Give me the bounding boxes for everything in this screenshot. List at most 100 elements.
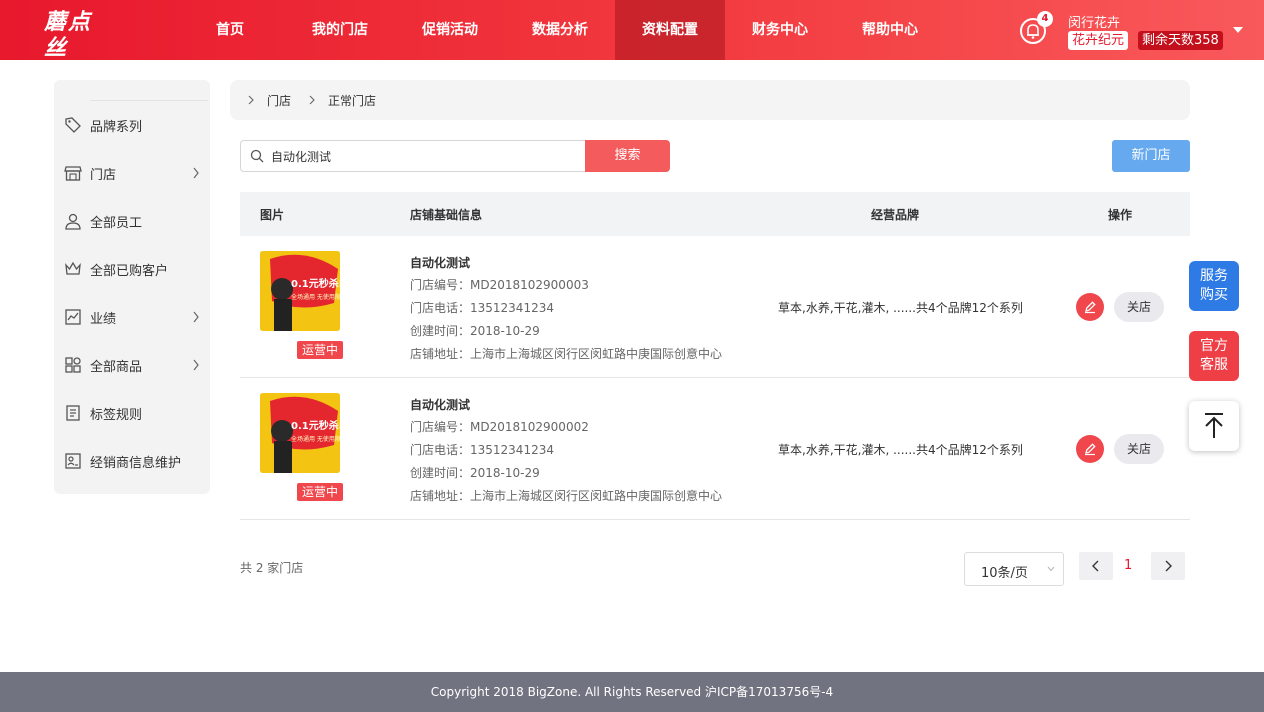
promo-image: 0.1元秒杀5元 全场通用 无使用限制 [260,393,340,473]
chevron-right-icon [1165,560,1172,572]
sidebar-item-label: 标签规则 [90,407,143,423]
official-service-button[interactable]: 官方 客服 [1189,331,1239,381]
sidebar-item-label: 经销商信息维护 [90,455,182,471]
sidebar: 品牌系列 门店 全部员工 全部已购客户 业绩 全部商品 标签规则 经销商信息维护 [54,80,210,494]
search-input[interactable] [271,147,571,165]
nav-my-stores[interactable]: 我的门店 [285,0,395,60]
caret-down-icon[interactable] [1233,27,1243,33]
arrow-up-icon [1205,413,1223,438]
nav-data-config[interactable]: 资料配置 [615,0,725,60]
sidebar-item-label: 全部员工 [90,215,143,231]
sidebar-item-all-staff[interactable]: 全部员工 [54,197,210,245]
chevron-right-icon [309,95,315,105]
store-code: 门店编号：MD2018102900002 [410,420,589,434]
table-row: 0.1元秒杀5元 全场通用 无使用限制 运营中 自动化测试 门店编号：MD201… [240,236,1190,378]
chevron-right-icon [248,95,254,105]
page-size-value: 10条/页 [981,566,1028,581]
sidebar-item-performance[interactable]: 业绩 [54,293,210,341]
nav-finance[interactable]: 财务中心 [725,0,835,60]
new-store-button[interactable]: 新门店 [1112,140,1190,172]
sidebar-item-brand-series[interactable]: 品牌系列 [54,101,210,149]
pencil-icon [1085,301,1096,314]
store-code: 门店编号：MD2018102900003 [410,278,589,292]
prev-page-button[interactable] [1079,552,1113,580]
chevron-down-icon [1047,566,1055,572]
promo-title: 0.1元秒杀5元 [291,419,340,432]
store-name: 自动化测试 [410,256,471,270]
user-name[interactable]: 闵行花卉 [1068,12,1120,31]
promo-subtitle: 全场通用 无使用限制 [291,435,340,443]
tag-icon [65,117,81,133]
edit-button[interactable] [1076,293,1104,321]
document-icon [66,405,80,421]
service-purchase-button[interactable]: 服务 购买 [1189,261,1239,311]
sidebar-item-stores[interactable]: 门店 [54,149,210,197]
sidebar-item-label: 门店 [90,167,117,183]
search-button[interactable]: 搜索 [585,140,670,172]
edit-button[interactable] [1076,435,1104,463]
sidebar-item-label: 全部商品 [90,359,143,375]
top-header: 蘑点丝 智慧店，就用蘑点丝 首页 我的门店 促销活动 数据分析 资料配置 财务中… [0,0,1264,69]
store-phone: 门店电话：13512341234 [410,443,554,457]
page-footer: Copyright 2018 BigZone. All Rights Reser… [0,672,1264,712]
user-icon [65,213,81,230]
store-created: 创建时间：2018-10-29 [410,324,540,338]
page-size-select[interactable]: 10条/页 [964,552,1064,586]
sidebar-item-all-products[interactable]: 全部商品 [54,341,210,389]
next-page-button[interactable] [1151,552,1185,580]
service-purchase-line2: 购买 [1200,287,1228,303]
promo-subtitle: 全场通用 无使用限制 [291,293,340,301]
chevron-right-icon [193,167,199,179]
search-box [240,140,586,172]
table-row: 0.1元秒杀5元 全场通用 无使用限制 运营中 自动化测试 门店编号：MD201… [240,378,1190,520]
close-store-button[interactable]: 关店 [1114,292,1164,322]
breadcrumb: 门店 正常门店 [230,80,1190,120]
store-image: 0.1元秒杀5元 全场通用 无使用限制 [260,251,340,331]
sidebar-item-tag-rules[interactable]: 标签规则 [54,389,210,437]
service-purchase-line1: 服务 [1200,268,1228,284]
logo-slogan: 智慧店，就用蘑点丝 [44,62,108,69]
pencil-icon [1085,443,1096,456]
store-image: 0.1元秒杀5元 全场通用 无使用限制 [260,393,340,473]
breadcrumb-stores[interactable]: 门店 [267,92,291,109]
sidebar-item-label: 品牌系列 [90,119,143,135]
official-service-line1: 官方 [1200,338,1228,354]
store-brands: 草本,水养,干花,灌木, ......共4个品牌12个系列 [778,301,1023,315]
logo-text: 蘑点丝 [44,9,93,61]
store-brands: 草本,水养,干花,灌木, ......共4个品牌12个系列 [778,443,1023,457]
promo-image: 0.1元秒杀5元 全场通用 无使用限制 [260,251,340,331]
store-phone: 门店电话：13512341234 [410,301,554,315]
status-badge: 运营中 [297,483,344,501]
crown-icon [65,261,81,275]
chevron-right-icon [193,359,199,371]
store-address: 店铺地址：上海市上海城区闵行区闵虹路中庚国际创意中心 [410,347,723,361]
sidebar-item-customers[interactable]: 全部已购客户 [54,245,210,293]
column-header-brands: 经营品牌 [871,208,920,222]
profile-card-icon [65,453,81,469]
store-created: 创建时间：2018-10-29 [410,466,540,480]
sidebar-item-label: 业绩 [90,311,117,327]
column-header-actions: 操作 [1108,208,1133,222]
store-address: 店铺地址：上海市上海城区闵行区闵虹路中庚国际创意中心 [410,489,723,503]
breadcrumb-normal-stores: 正常门店 [328,94,377,108]
promo-title: 0.1元秒杀5元 [291,277,340,290]
nav-data-analysis[interactable]: 数据分析 [505,0,615,60]
close-store-button[interactable]: 关店 [1114,434,1164,464]
column-header-image: 图片 [260,208,285,222]
nav-help[interactable]: 帮助中心 [835,0,945,60]
column-header-store-info: 店铺基础信息 [410,208,483,222]
page-number[interactable]: 1 [1124,558,1132,573]
chart-icon [65,309,81,325]
back-to-top-button[interactable] [1189,401,1239,451]
nav-promotions[interactable]: 促销活动 [395,0,505,60]
sidebar-item-label: 全部已购客户 [90,263,169,279]
chevron-left-icon [1092,560,1099,572]
sidebar-item-dealer-info[interactable]: 经销商信息维护 [54,437,210,485]
main-nav: 首页 我的门店 促销活动 数据分析 资料配置 财务中心 帮助中心 [175,0,945,60]
chevron-right-icon [193,311,199,323]
search-icon [250,149,264,163]
store-icon [64,166,82,181]
nav-home[interactable]: 首页 [175,0,285,60]
status-badge: 运营中 [297,341,344,359]
logo[interactable]: 蘑点丝 智慧店，就用蘑点丝 [44,9,114,69]
